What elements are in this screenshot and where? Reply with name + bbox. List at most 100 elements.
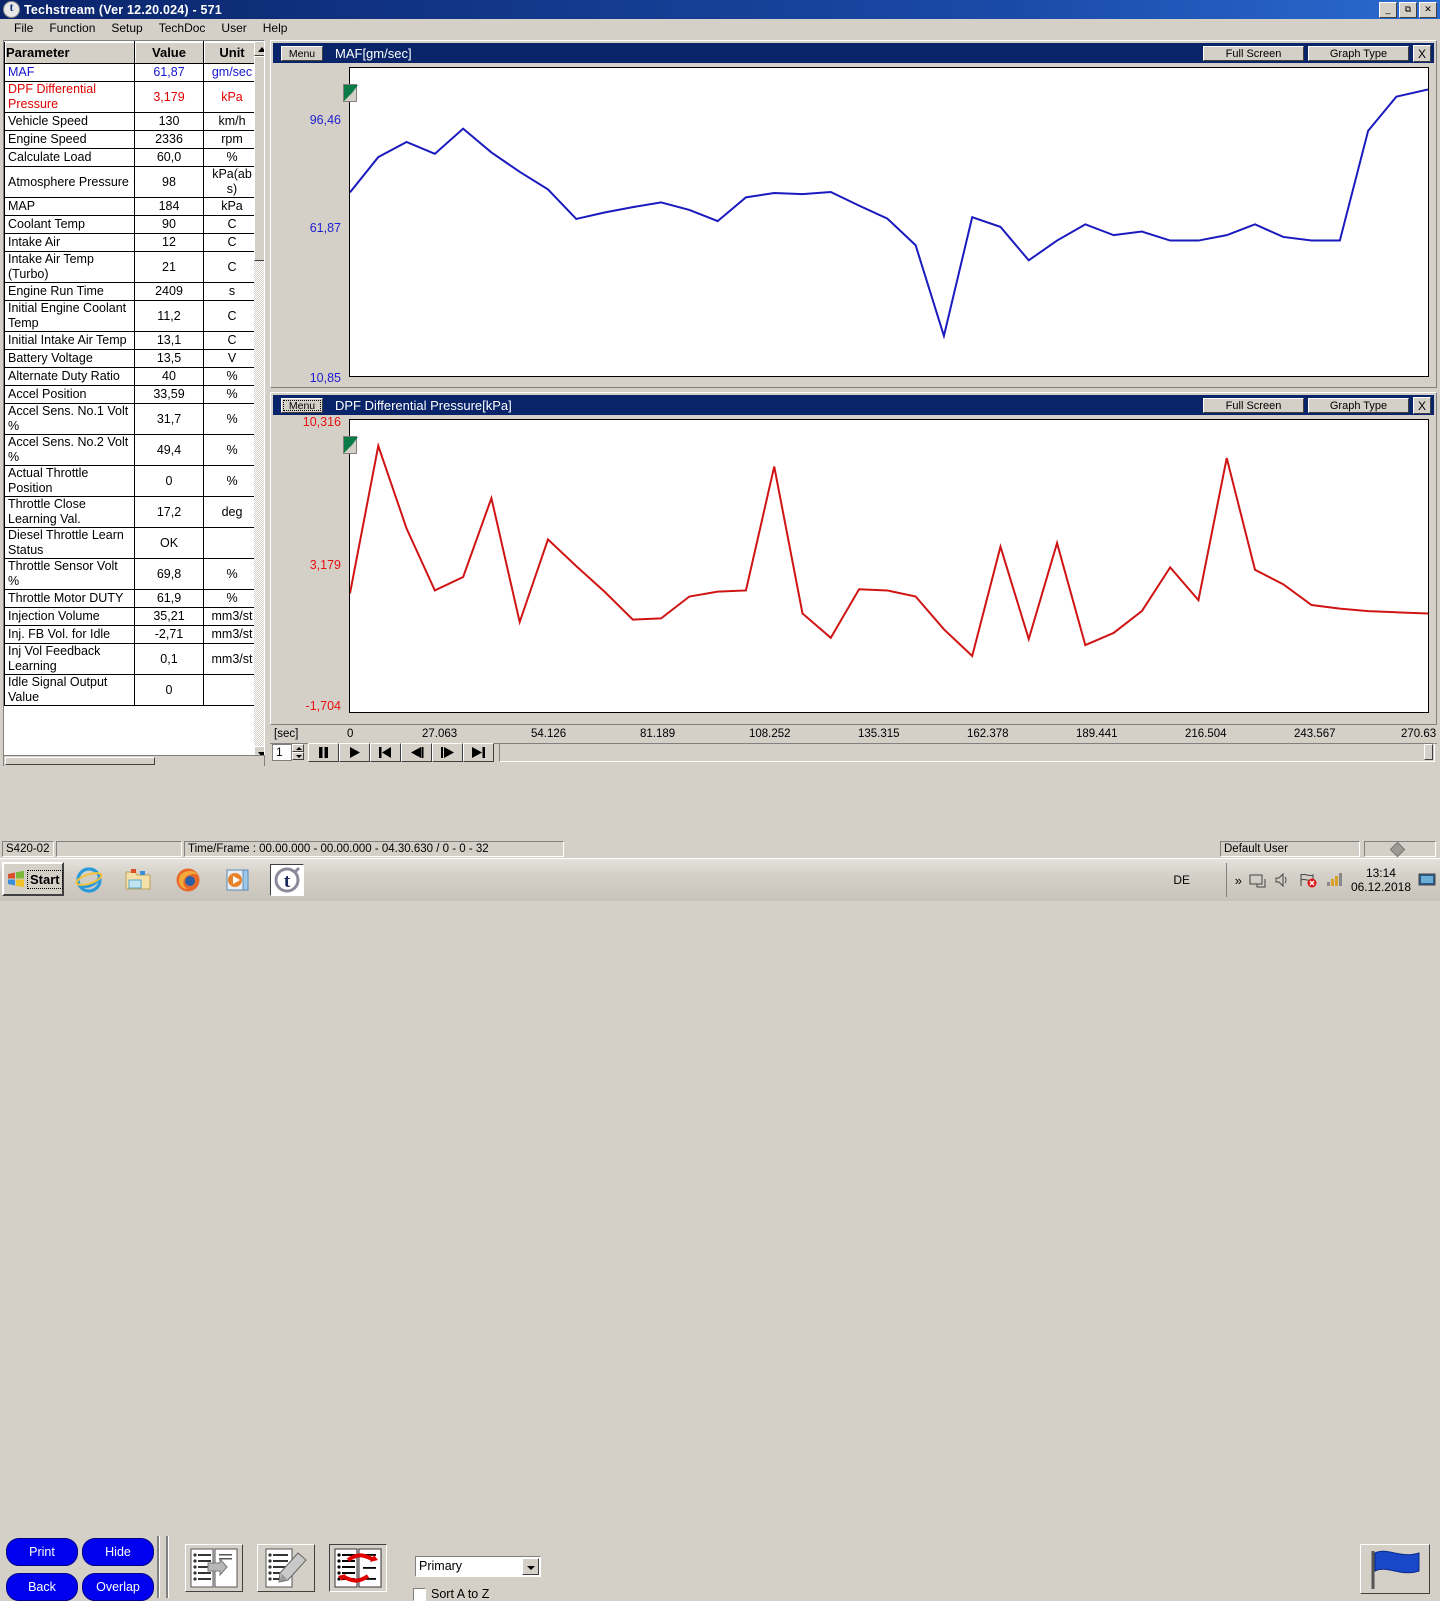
table-row[interactable]: MAF 61,87 gm/sec: [4, 63, 261, 82]
show-desktop-icon[interactable]: [1418, 873, 1436, 887]
menu-item-help[interactable]: Help: [255, 20, 296, 36]
table-row[interactable]: Intake Air 12 C: [4, 233, 261, 252]
taskbar-explorer-folder[interactable]: [121, 864, 155, 896]
spin-up-icon[interactable]: [292, 744, 304, 752]
timeline-scrollbar[interactable]: [499, 742, 1435, 762]
table-row[interactable]: Battery Voltage 13,5 V: [4, 349, 261, 368]
menu-item-file[interactable]: File: [6, 20, 41, 36]
menu-item-user[interactable]: User: [213, 20, 254, 36]
cell-unit: %: [203, 367, 261, 386]
menu-item-techdoc[interactable]: TechDoc: [151, 20, 214, 36]
swap-list-button[interactable]: [329, 1544, 387, 1592]
table-row[interactable]: Diesel Throttle Learn Status OK: [4, 527, 261, 559]
step-forward-icon: [441, 746, 454, 758]
status-time-frame: Time/Frame : 00.00.000 - 00.00.000 - 04.…: [184, 841, 564, 857]
table-row[interactable]: Initial Intake Air Temp 13,1 C: [4, 331, 261, 350]
back-button[interactable]: Back: [6, 1573, 78, 1601]
signal-icon[interactable]: [1325, 872, 1344, 888]
step-back-button[interactable]: [401, 742, 432, 762]
volume-icon[interactable]: [1274, 872, 1292, 888]
taskbar-firefox[interactable]: [171, 864, 205, 896]
h-scroll-thumb[interactable]: [5, 757, 155, 765]
scroll-thumb[interactable]: [254, 56, 264, 261]
table-row[interactable]: Initial Engine Coolant Temp 11,2 C: [4, 300, 261, 332]
chart-series-line: [350, 89, 1428, 335]
table-row[interactable]: Coolant Temp 90 C: [4, 215, 261, 234]
taskbar-techstream[interactable]: t: [270, 864, 304, 896]
table-row[interactable]: Throttle Close Learning Val. 17,2 deg: [4, 496, 261, 528]
flag-button[interactable]: [1360, 1544, 1430, 1594]
table-row[interactable]: Vehicle Speed 130 km/h: [4, 112, 261, 131]
table-row[interactable]: Throttle Motor DUTY 61,9%: [4, 589, 261, 608]
language-indicator[interactable]: DE: [1173, 873, 1190, 887]
close-button[interactable]: ✕: [1419, 2, 1437, 18]
taskbar-internet-explorer[interactable]: [72, 864, 106, 896]
table-row[interactable]: Accel Sens. No.2 Volt % 49,4%: [4, 434, 261, 466]
full-screen-button-maf[interactable]: Full Screen: [1203, 45, 1304, 61]
chevron-down-icon[interactable]: [522, 1558, 539, 1575]
play-button[interactable]: [339, 742, 370, 762]
table-row[interactable]: Accel Position 33,59%: [4, 385, 261, 404]
menu-item-setup[interactable]: Setup: [103, 20, 150, 36]
parameter-grid[interactable]: Parameter Value Unit MAF 61,87 gm/sec DPF D…: [3, 40, 265, 762]
graph-close-button-maf[interactable]: X: [1413, 44, 1431, 62]
table-row[interactable]: DPF Differential Pressure 3,179 kPa: [4, 81, 261, 113]
table-row[interactable]: Atmosphere Pressure 98 kPa(abs): [4, 166, 261, 198]
chevron-up-icon[interactable]: »: [1235, 873, 1242, 888]
pause-button[interactable]: [308, 742, 339, 762]
table-row[interactable]: Actual Throttle Position 0%: [4, 465, 261, 497]
cell-unit: %: [203, 385, 261, 404]
table-row[interactable]: Injection Volume 35,21 mm3/st: [4, 607, 261, 626]
start-button[interactable]: Start: [2, 862, 64, 896]
column-header-unit[interactable]: Unit: [203, 41, 261, 64]
sort-a-to-z-checkbox[interactable]: [413, 1587, 426, 1601]
table-row[interactable]: Alternate Duty Ratio 40%: [4, 367, 261, 386]
scroll-up-button[interactable]: [254, 41, 264, 56]
network-icon[interactable]: [1249, 872, 1267, 888]
cursor-marker-maf[interactable]: [343, 84, 358, 102]
overlap-button[interactable]: Overlap: [82, 1573, 154, 1601]
timeline-scroll-thumb[interactable]: [1424, 743, 1433, 760]
table-row[interactable]: Intake Air Temp (Turbo) 21 C: [4, 251, 261, 283]
table-row[interactable]: MAP 184 kPa: [4, 197, 261, 216]
taskbar-media-player[interactable]: [221, 864, 255, 896]
frame-step-input[interactable]: 1: [272, 743, 292, 761]
graph-close-button-dpf[interactable]: X: [1413, 396, 1431, 414]
plot-area-dpf[interactable]: [349, 419, 1429, 713]
full-screen-button-dpf[interactable]: Full Screen: [1203, 397, 1304, 413]
skip-to-start-button[interactable]: [370, 742, 401, 762]
cursor-marker-dpf[interactable]: [343, 436, 358, 454]
minimize-button[interactable]: _: [1379, 2, 1397, 18]
flag-error-icon[interactable]: [1299, 872, 1318, 888]
frame-step-spinner[interactable]: [292, 744, 304, 760]
plot-area-maf[interactable]: [349, 67, 1429, 377]
channel-select[interactable]: Primary: [415, 1556, 541, 1577]
print-button[interactable]: Print: [6, 1538, 78, 1566]
table-row[interactable]: Inj Vol Feedback Learning 0,1 mm3/st: [4, 643, 261, 675]
maximize-button[interactable]: ⧉: [1399, 2, 1417, 18]
skip-to-end-button[interactable]: [463, 742, 494, 762]
table-row[interactable]: Engine Speed 2336 rpm: [4, 130, 261, 149]
graph-type-button-maf[interactable]: Graph Type: [1308, 45, 1409, 61]
table-row[interactable]: Accel Sens. No.1 Volt % 31,7%: [4, 403, 261, 435]
column-header-value[interactable]: Value: [134, 41, 204, 64]
table-row[interactable]: Engine Run Time 2409 s: [4, 282, 261, 301]
spin-down-icon[interactable]: [292, 752, 304, 760]
step-forward-button[interactable]: [432, 742, 463, 762]
scroll-track[interactable]: [254, 56, 264, 746]
table-row[interactable]: Idle Signal Output Value 0: [4, 674, 261, 706]
clock[interactable]: 13:14 06.12.2018: [1351, 866, 1411, 894]
move-list-button[interactable]: [185, 1544, 243, 1592]
graph-type-button-dpf[interactable]: Graph Type: [1308, 397, 1409, 413]
graph-menu-button-dpf[interactable]: Menu: [281, 397, 323, 413]
grid-vertical-scrollbar[interactable]: [254, 41, 264, 761]
table-row[interactable]: Calculate Load 60,0%: [4, 148, 261, 167]
table-row[interactable]: Throttle Sensor Volt % 69,8%: [4, 558, 261, 590]
hide-button[interactable]: Hide: [82, 1538, 154, 1566]
menu-item-function[interactable]: Function: [41, 20, 103, 36]
graph-menu-button-maf[interactable]: Menu: [281, 45, 323, 61]
table-row[interactable]: Inj. FB Vol. for Idle -2,71 mm3/st: [4, 625, 261, 644]
edit-list-button[interactable]: [257, 1544, 315, 1592]
column-header-parameter[interactable]: Parameter: [4, 41, 135, 64]
sort-a-to-z-row[interactable]: Sort A to Z: [413, 1587, 489, 1601]
